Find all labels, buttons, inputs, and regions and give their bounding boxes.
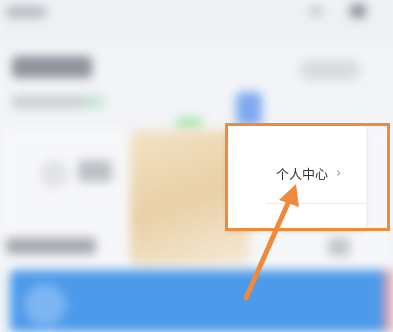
blurred-pink-edge [384, 270, 393, 332]
blurred-green-icon [176, 118, 202, 126]
blurred-banner-icon [24, 284, 66, 326]
blurred-subtitle [12, 96, 92, 108]
blurred-battery-icon [350, 4, 366, 18]
blurred-section-title [6, 238, 96, 254]
blurred-section-action [328, 238, 350, 256]
blurred-badge [86, 96, 104, 108]
blurred-blue-icon [236, 92, 262, 126]
blurred-blue-banner [10, 270, 393, 332]
blurred-time [6, 6, 46, 18]
blurred-username [12, 56, 92, 78]
annotation-highlight-box [225, 123, 390, 231]
status-bar [0, 0, 393, 40]
blurred-status-icon [310, 6, 322, 16]
blurred-avatar [40, 160, 68, 188]
blurred-label [78, 160, 112, 182]
blurred-header-button [300, 60, 360, 80]
